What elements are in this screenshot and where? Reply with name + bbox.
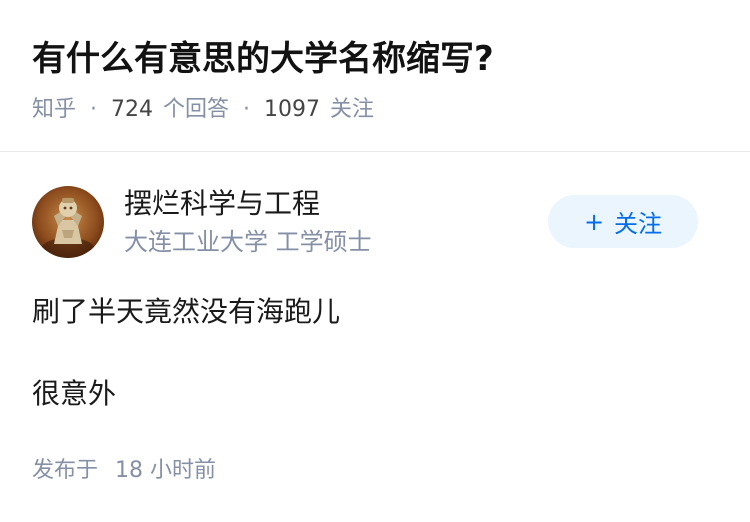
publish-time-value: 18 小时前 [115,458,217,483]
follow-button[interactable]: + 关注 [548,195,698,248]
answer-card: 摆烂科学与工程 大连工业大学 工学硕士 + 关注 刷了半天竟然没有海跑儿 很意外… [0,153,750,522]
plus-icon: + [583,207,605,236]
answer-paragraph: 很意外 [32,377,117,410]
follower-count-label: 关注 [330,97,375,122]
answer-count-label: 个回答 [163,97,230,122]
follow-button-label: 关注 [614,210,663,238]
meta-separator: · [243,97,251,122]
answer-content: 刷了半天竟然没有海跑儿 很意外 [32,293,340,413]
question-title[interactable]: 有什么有意思的大学名称缩写? [32,36,494,82]
author-avatar[interactable] [32,186,104,258]
publish-label: 发布于 [32,458,99,483]
answer-paragraph: 刷了半天竟然没有海跑儿 [32,295,341,328]
publish-time: 发布于 18 小时前 [32,455,216,487]
answer-count: 724 [111,97,154,122]
question-meta: 知乎 · 724 个回答 · 1097 关注 [32,94,374,126]
figurine-avatar-icon [32,186,104,258]
source-label: 知乎 [32,97,77,122]
author-name[interactable]: 摆烂科学与工程 [124,185,320,223]
author-headline: 大连工业大学 工学硕士 [124,228,372,256]
question-header: 有什么有意思的大学名称缩写? 知乎 · 724 个回答 · 1097 关注 [0,0,750,152]
follower-count: 1097 [264,97,321,122]
meta-separator: · [90,97,98,122]
